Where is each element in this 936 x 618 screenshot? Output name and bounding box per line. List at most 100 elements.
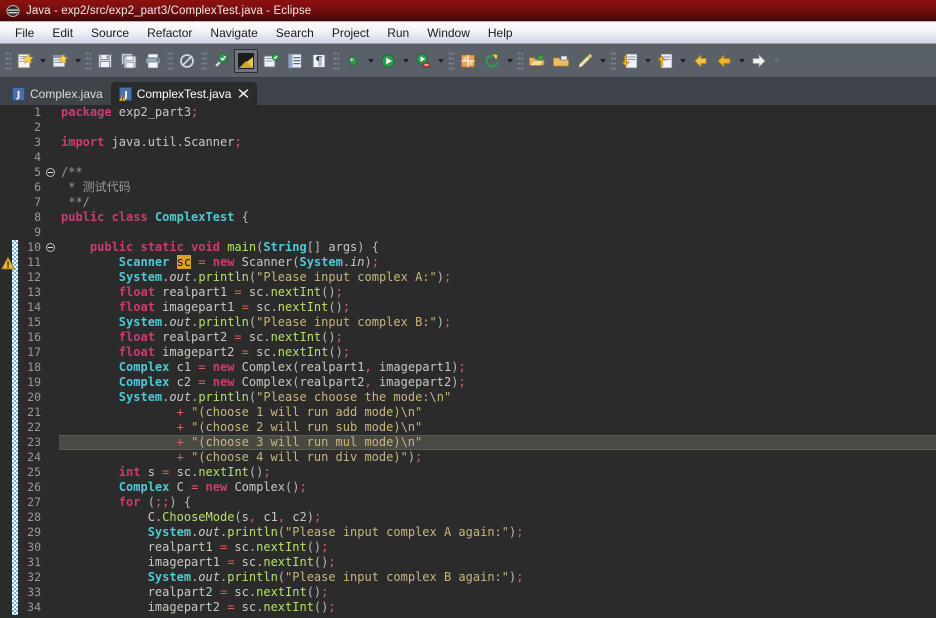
code-line[interactable]: System.out.println("Please input complex… [59,570,936,585]
save-icon[interactable] [94,50,116,72]
code-text-area[interactable]: package exp2_part3; import java.util.Sca… [57,105,936,616]
code-line[interactable]: imagepart2 = sc.nextInt(); [59,600,936,615]
editor-marker-column[interactable] [0,105,18,616]
new-java-class-icon[interactable] [49,50,71,72]
warning-marker-icon[interactable] [1,256,15,270]
code-line[interactable] [59,150,936,165]
menu-refactor[interactable]: Refactor [138,24,201,42]
code-line[interactable]: public static void main(String[] args) { [59,240,936,255]
code-line[interactable]: float realpart1 = sc.nextInt(); [59,285,936,300]
open-type-icon[interactable] [284,50,306,72]
editor-tab-complextest-java[interactable]: J ComplexTest.java [110,82,258,105]
menu-project[interactable]: Project [323,24,378,42]
code-line[interactable]: import java.util.Scanner; [59,135,936,150]
open-perspective-icon[interactable] [526,50,548,72]
code-line[interactable]: realpart1 = sc.nextInt(); [59,540,936,555]
line-number: 20 [27,390,41,404]
menu-file[interactable]: File [6,24,43,42]
skip-breakpoints-icon[interactable] [342,50,364,72]
code-line[interactable] [59,120,936,135]
code-line[interactable]: /** [59,165,936,180]
fold-collapse-icon[interactable] [46,168,55,177]
back-icon[interactable] [689,50,711,72]
menu-source[interactable]: Source [82,24,138,42]
code-line[interactable]: + "(choose 4 will run div mode)"); [59,450,936,465]
next-annotation-icon[interactable] [619,50,641,72]
code-line[interactable]: public class ComplexTest { [59,210,936,225]
code-line[interactable]: float realpart2 = sc.nextInt(); [59,330,936,345]
code-line[interactable]: Complex c2 = new Complex(realpart2, imag… [59,375,936,390]
open-resource-icon[interactable] [550,50,572,72]
code-token: . [176,135,184,149]
toggle-breakpoint-icon[interactable] [176,50,198,72]
code-line[interactable]: + "(choose 2 will run sub mode)\n" [59,420,936,435]
debug-icon[interactable] [412,50,434,72]
line-number: 25 [27,465,41,479]
annotation-dropdown[interactable] [597,50,608,72]
menu-run[interactable]: Run [378,24,418,42]
code-line[interactable]: realpart2 = sc.nextInt(); [59,585,936,600]
toolbar-grip[interactable] [517,49,523,72]
back-arrow-icon[interactable] [713,50,735,72]
forward-icon[interactable] [748,50,770,72]
toolbar-grip[interactable] [333,49,339,72]
new-wizard-icon[interactable] [14,50,36,72]
code-line[interactable]: System.out.println("Please input complex… [59,525,936,540]
new-wizard-dropdown[interactable] [37,50,48,72]
debug-dropdown[interactable] [435,50,446,72]
annotation-icon[interactable] [574,50,596,72]
toolbar-grip[interactable] [610,49,616,72]
code-line[interactable]: **/ [59,195,936,210]
code-line[interactable]: C.ChooseMode(s, c1, c2); [59,510,936,525]
refresh-icon[interactable] [481,50,503,72]
skip-breakpoints-dropdown[interactable] [365,50,376,72]
code-line[interactable]: float imagepart2 = sc.nextInt(); [59,345,936,360]
menu-help[interactable]: Help [479,24,522,42]
code-line[interactable] [59,225,936,240]
refresh-dropdown[interactable] [504,50,515,72]
menu-navigate[interactable]: Navigate [201,24,266,42]
code-line[interactable]: * 测试代码 [59,180,936,195]
toolbar-grip[interactable] [167,49,173,72]
code-line[interactable]: Complex c1 = new Complex(realpart1, imag… [59,360,936,375]
next-annotation-dropdown[interactable] [642,50,653,72]
code-line[interactable]: + "(choose 3 will run mul mode)\n" [59,435,936,450]
print-icon[interactable] [142,50,164,72]
external-tools-icon[interactable] [457,50,479,72]
new-java-project-icon[interactable] [260,50,282,72]
code-line[interactable]: imagepart1 = sc.nextInt(); [59,555,936,570]
menu-window[interactable]: Window [418,24,479,42]
toggle-markoccurrences-icon[interactable] [234,48,258,73]
code-line[interactable]: float imagepart1 = sc.nextInt(); [59,300,936,315]
save-all-icon[interactable] [118,50,140,72]
code-line[interactable]: for (;;) { [59,495,936,510]
code-editor[interactable]: 1 2 3 4 5 6 7 8 9 10 11 12 13 14 15 16 17 18 19 20 21 22 23 24 2… [0,105,936,616]
open-task-icon[interactable]: ¶ [308,50,330,72]
run-icon[interactable] [377,50,399,72]
back-dropdown[interactable] [736,50,747,72]
menu-search[interactable]: Search [267,24,323,42]
toolbar-grip[interactable] [448,49,454,72]
toolbar-grip[interactable] [85,49,91,72]
previous-annotation-icon[interactable] [654,50,676,72]
code-line[interactable]: System.out.println("Please input complex… [59,270,936,285]
previous-annotation-dropdown[interactable] [677,50,688,72]
code-folding-column[interactable] [44,105,57,616]
run-dropdown[interactable] [400,50,411,72]
forward-dropdown[interactable] [771,50,782,72]
code-line[interactable]: int s = sc.nextInt(); [59,465,936,480]
fold-collapse-icon[interactable] [46,243,55,252]
toolbar-grip[interactable] [201,49,207,72]
close-icon[interactable] [238,88,249,99]
new-java-class-dropdown[interactable] [72,50,83,72]
code-line[interactable]: System.out.println("Please input complex… [59,315,936,330]
code-line[interactable]: Complex C = new Complex(); [59,480,936,495]
build-all-icon[interactable] [210,50,232,72]
toolbar-grip[interactable] [5,49,11,72]
code-line[interactable]: package exp2_part3; [59,105,936,120]
menu-edit[interactable]: Edit [43,24,82,42]
code-line[interactable]: System.out.println("Please choose the mo… [59,390,936,405]
code-line[interactable]: + "(choose 1 will run add mode)\n" [59,405,936,420]
code-line[interactable]: Scanner sc = new Scanner(System.in); [59,255,936,270]
editor-tab-complex-java[interactable]: J Complex.java [4,82,111,105]
